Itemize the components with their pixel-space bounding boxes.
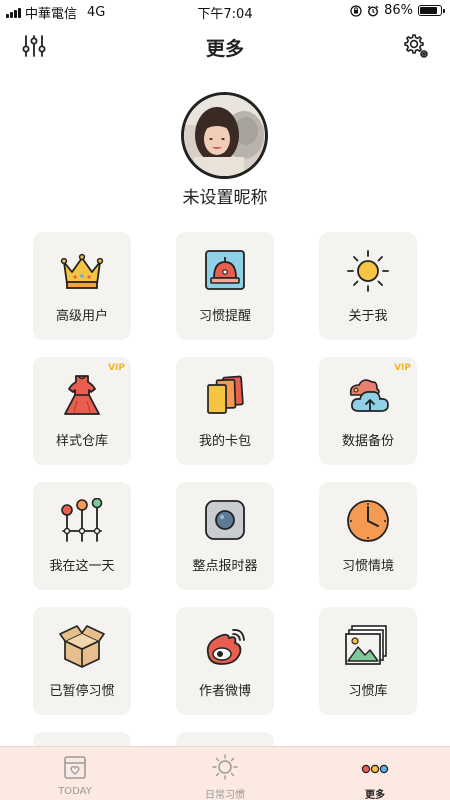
grid-item-label: 已暂停习惯 <box>49 684 115 699</box>
status-bar: 中華電信 4G 下午7:04 86% <box>0 0 450 22</box>
grid-item-premium-user[interactable]: 高级用户 <box>33 232 131 340</box>
grid-item-label: 数据备份 <box>341 434 394 449</box>
avatar[interactable] <box>181 92 268 179</box>
weibo-icon <box>206 629 245 665</box>
grid-item-my-cards[interactable]: 我的卡包 <box>176 357 274 465</box>
grid-item-label: 作者微博 <box>198 684 251 699</box>
battery-percent: 86% <box>384 3 413 18</box>
grid-item-about-me[interactable]: 关于我 <box>319 232 417 340</box>
box-icon <box>59 625 105 668</box>
grid-item-label: 习惯库 <box>348 684 388 699</box>
tab-bar: TODAY 日常习惯 更多 <box>0 746 450 800</box>
tab-today[interactable]: TODAY <box>0 747 150 800</box>
grid-item-label: 关于我 <box>348 309 388 324</box>
tab-label: 日常习惯 <box>205 790 245 800</box>
vip-badge: VIP <box>108 363 125 373</box>
tab-label: 更多 <box>365 790 385 800</box>
grid-item-label: 我在这一天 <box>49 559 115 574</box>
grid-item-author-weibo[interactable]: 作者微博 <box>176 607 274 715</box>
grid-item-habit-reminder[interactable]: 习惯提醒 <box>176 232 274 340</box>
sun-icon <box>347 250 389 292</box>
grid-item-data-backup[interactable]: VIP 数据备份 <box>319 357 417 465</box>
today-calendar-icon <box>64 756 86 779</box>
gear-icon[interactable] <box>402 32 430 60</box>
sun-outline-icon <box>212 754 238 780</box>
battery-fill <box>420 7 438 14</box>
dress-icon <box>64 375 100 415</box>
three-dots-icon <box>361 764 389 774</box>
status-right: 86% <box>350 3 445 18</box>
avatar-photo <box>184 95 265 176</box>
grid-item-paused-habits[interactable]: 已暂停习惯 <box>33 607 131 715</box>
grid-item-label: 整点报时器 <box>192 559 258 574</box>
photo-library-icon <box>345 625 387 665</box>
cards-icon <box>207 375 244 414</box>
alarm-bell-icon <box>205 250 245 290</box>
clock-icon <box>347 500 389 542</box>
tab-label: TODAY <box>58 786 92 797</box>
tab-more[interactable]: 更多 <box>300 747 450 800</box>
grid-item-habit-library[interactable]: 习惯库 <box>319 607 417 715</box>
vip-badge: VIP <box>394 363 411 373</box>
crown-icon <box>60 253 104 289</box>
header: 更多 <box>0 22 450 70</box>
square-button-icon <box>205 500 245 540</box>
grid-item-style-store[interactable]: VIP 样式仓库 <box>33 357 131 465</box>
grid-item-on-this-day[interactable]: 我在这一天 <box>33 482 131 590</box>
grid-item-habit-context[interactable]: 习惯情境 <box>319 482 417 590</box>
tab-daily-habits[interactable]: 日常习惯 <box>150 747 300 800</box>
grid-item-label: 我的卡包 <box>198 434 251 449</box>
grid-item-label: 高级用户 <box>55 309 108 324</box>
page-title: 更多 <box>205 38 244 60</box>
alarm-icon <box>367 5 379 17</box>
timeline-pins-icon <box>61 498 103 542</box>
cloud-upload-icon <box>349 379 389 412</box>
rotation-lock-icon <box>350 4 362 17</box>
battery-icon <box>418 5 445 16</box>
grid-item-label: 习惯提醒 <box>198 309 251 324</box>
grid-item-hourly-chime[interactable]: 整点报时器 <box>176 482 274 590</box>
grid-item-label: 样式仓库 <box>55 434 108 449</box>
nickname-label[interactable]: 未设置昵称 <box>0 183 450 208</box>
grid-item-label: 习惯情境 <box>341 559 394 574</box>
